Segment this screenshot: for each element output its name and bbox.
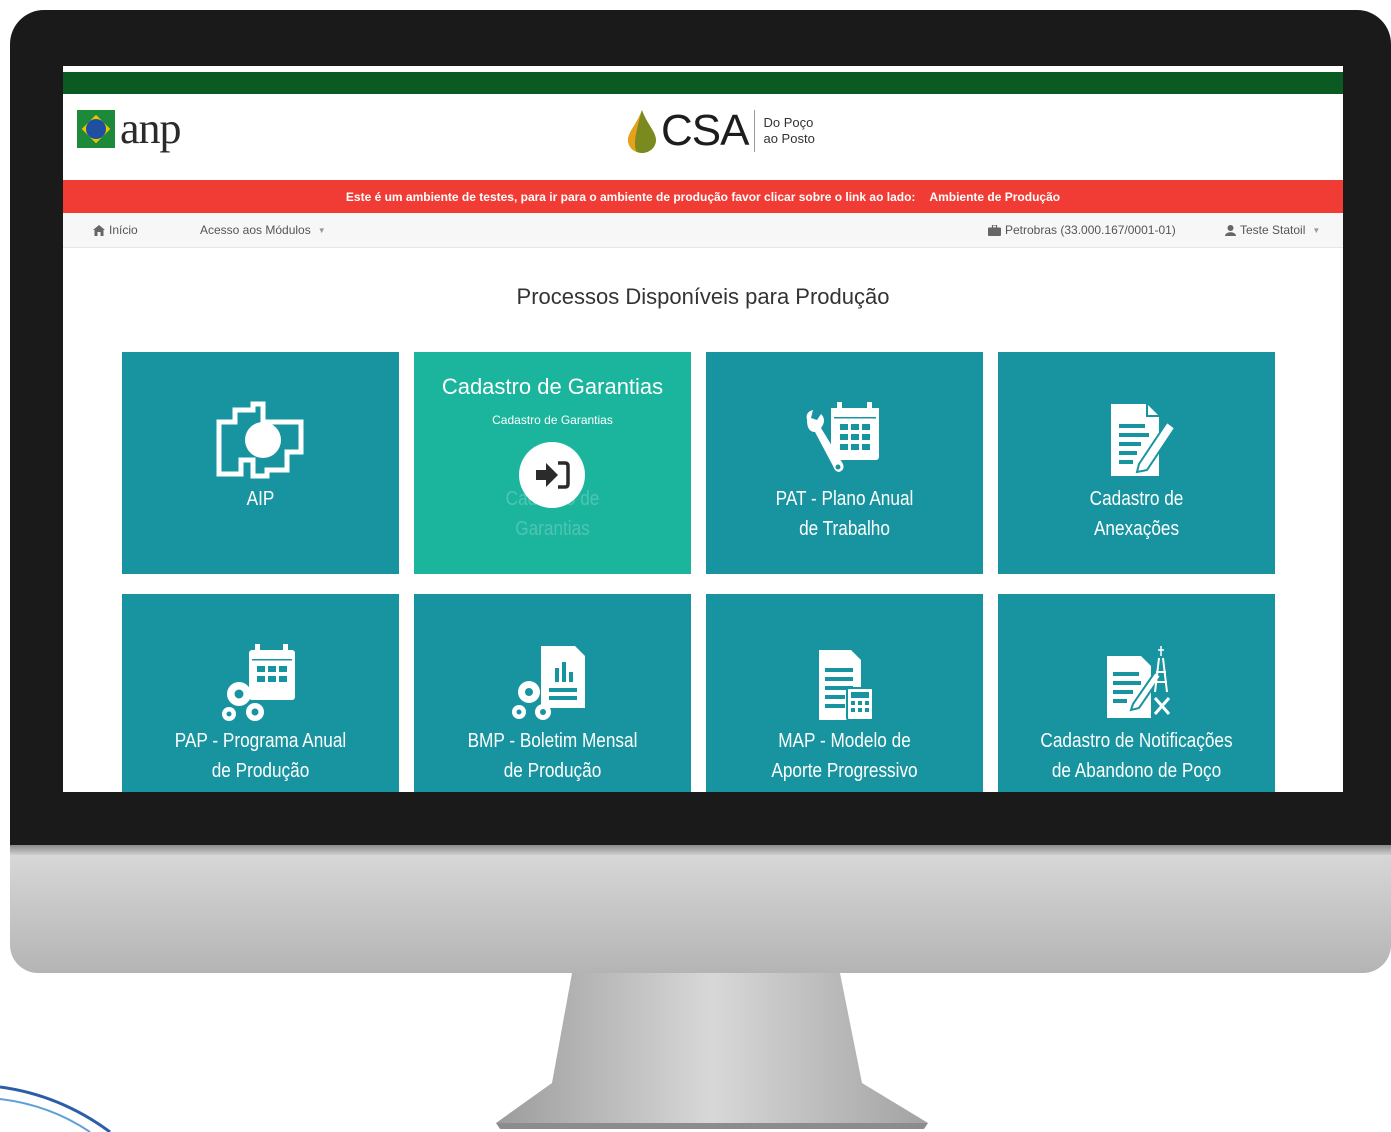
tile-notificacoes-abandono[interactable]: Cadastro de Notificações de Abandono de … <box>998 594 1275 792</box>
tile-pap[interactable]: PAP - Programa Anual de Produção <box>122 594 399 792</box>
tile-pat[interactable]: PAT - Plano Anual de Trabalho <box>706 352 983 574</box>
tile-label-line1: BMP - Boletim Mensal <box>467 730 638 752</box>
nav-company-label: Petrobras (33.000.167/0001-01) <box>1005 223 1176 237</box>
nav-user-dropdown[interactable]: Teste Statoil ▼ <box>1225 213 1320 247</box>
tile-cadastro-garantias[interactable]: Cadastro de Garantias Cadastro de Garant… <box>414 352 691 574</box>
user-icon <box>1225 224 1236 236</box>
tile-label: Cadastro de Notificações de Abandono de … <box>1035 726 1239 786</box>
csa-logo-text: CSA <box>661 106 749 155</box>
report-gears-icon <box>511 646 585 720</box>
top-color-bar <box>63 72 1343 94</box>
tile-label: Cadastro de Anexações <box>1035 484 1239 544</box>
caret-down-icon: ▼ <box>1312 225 1321 235</box>
tile-label-line2: Aporte Progressivo <box>771 760 918 782</box>
tile-label: PAP - Programa Anual de Produção <box>159 726 363 786</box>
tile-bmp[interactable]: BMP - Boletim Mensal de Produção <box>414 594 691 792</box>
tile-aip[interactable]: AIP <box>122 352 399 574</box>
production-environment-link[interactable]: Ambiente de Produção <box>929 190 1060 204</box>
home-icon <box>93 224 105 236</box>
monitor-chin-edge <box>10 845 1391 855</box>
monitor-stand <box>496 973 928 1129</box>
banner-message: Este é um ambiente de testes, para ir pa… <box>345 189 916 204</box>
tile-label-line2: de Produção <box>503 760 602 782</box>
page-title: Processos Disponíveis para Produção <box>516 284 890 309</box>
app-header: anp CSA Do Poço ao Posto <box>63 94 1343 180</box>
csa-tagline-line1: Do Poço <box>763 115 814 130</box>
nav-home[interactable]: Início <box>93 213 138 247</box>
nav-company-selector[interactable]: Petrobras (33.000.167/0001-01) <box>988 213 1176 247</box>
oil-drop-icon <box>628 110 656 153</box>
enter-button[interactable] <box>519 442 585 508</box>
decorative-swoosh <box>0 1085 111 1132</box>
tile-label-line2: Anexações <box>1093 518 1180 540</box>
tile-label-line1: MAP - Modelo de <box>778 730 911 752</box>
logo-divider <box>754 110 756 152</box>
calendar-wrench-icon <box>806 402 879 472</box>
tile-label: AIP <box>159 484 363 514</box>
document-edit-icon <box>1110 404 1176 476</box>
nav-modules-label: Acesso aos Módulos <box>200 223 311 237</box>
tile-label-line2: Garantias <box>515 518 590 540</box>
tile-cadastro-anexacoes[interactable]: Cadastro de Anexações <box>998 352 1275 574</box>
tile-label-line1: PAP - Programa Anual <box>174 730 347 752</box>
anp-logo[interactable]: anp <box>77 104 182 153</box>
nav-home-label: Início <box>109 223 138 237</box>
nav-user-label: Teste Statoil <box>1240 223 1306 237</box>
csa-tagline-line2: ao Posto <box>763 131 815 146</box>
anp-logo-text: anp <box>120 104 182 153</box>
tile-label: BMP - Boletim Mensal de Produção <box>451 726 655 786</box>
puzzle-icon <box>216 401 303 479</box>
tile-hover-title: Cadastro de Garantias <box>441 374 664 399</box>
nav-modules-dropdown[interactable]: Acesso aos Módulos ▼ <box>200 213 326 247</box>
tile-label-line2: de Trabalho <box>799 518 890 540</box>
tile-label-line1: Cadastro de <box>1089 488 1184 510</box>
briefcase-icon <box>988 224 1001 236</box>
tile-label: PAT - Plano Anual de Trabalho <box>743 484 947 544</box>
app-screen: anp CSA Do Poço ao Posto Este é um ambie… <box>63 66 1343 792</box>
csa-logo[interactable]: CSA Do Poço ao Posto <box>625 108 815 154</box>
document-calculator-icon <box>818 650 874 721</box>
tile-hover-subtitle: Cadastro de Garantias <box>492 413 613 427</box>
anp-flag-icon <box>77 110 115 148</box>
tile-label-line1: Cadastro de Notificações <box>1040 730 1233 752</box>
tile-label: MAP - Modelo de Aporte Progressivo <box>743 726 947 786</box>
test-environment-banner: Este é um ambiente de testes, para ir pa… <box>63 180 1343 213</box>
tile-label-line1: PAT - Plano Anual <box>775 488 914 510</box>
caret-down-icon: ▼ <box>317 225 326 235</box>
tile-map[interactable]: MAP - Modelo de Aporte Progressivo <box>706 594 983 792</box>
enter-icon <box>536 461 570 489</box>
tile-label-line1: AIP <box>246 488 275 510</box>
calendar-gears-icon <box>221 644 295 721</box>
monitor-chin <box>10 845 1391 973</box>
tile-label-line2: de Produção <box>211 760 310 782</box>
tile-label-line2: de Abandono de Poço <box>1051 760 1222 782</box>
navbar: Início Acesso aos Módulos ▼ Petrobras (3… <box>63 213 1343 248</box>
document-abandon-icon <box>1106 646 1170 718</box>
csa-tagline: Do Poço ao Posto <box>763 115 814 147</box>
